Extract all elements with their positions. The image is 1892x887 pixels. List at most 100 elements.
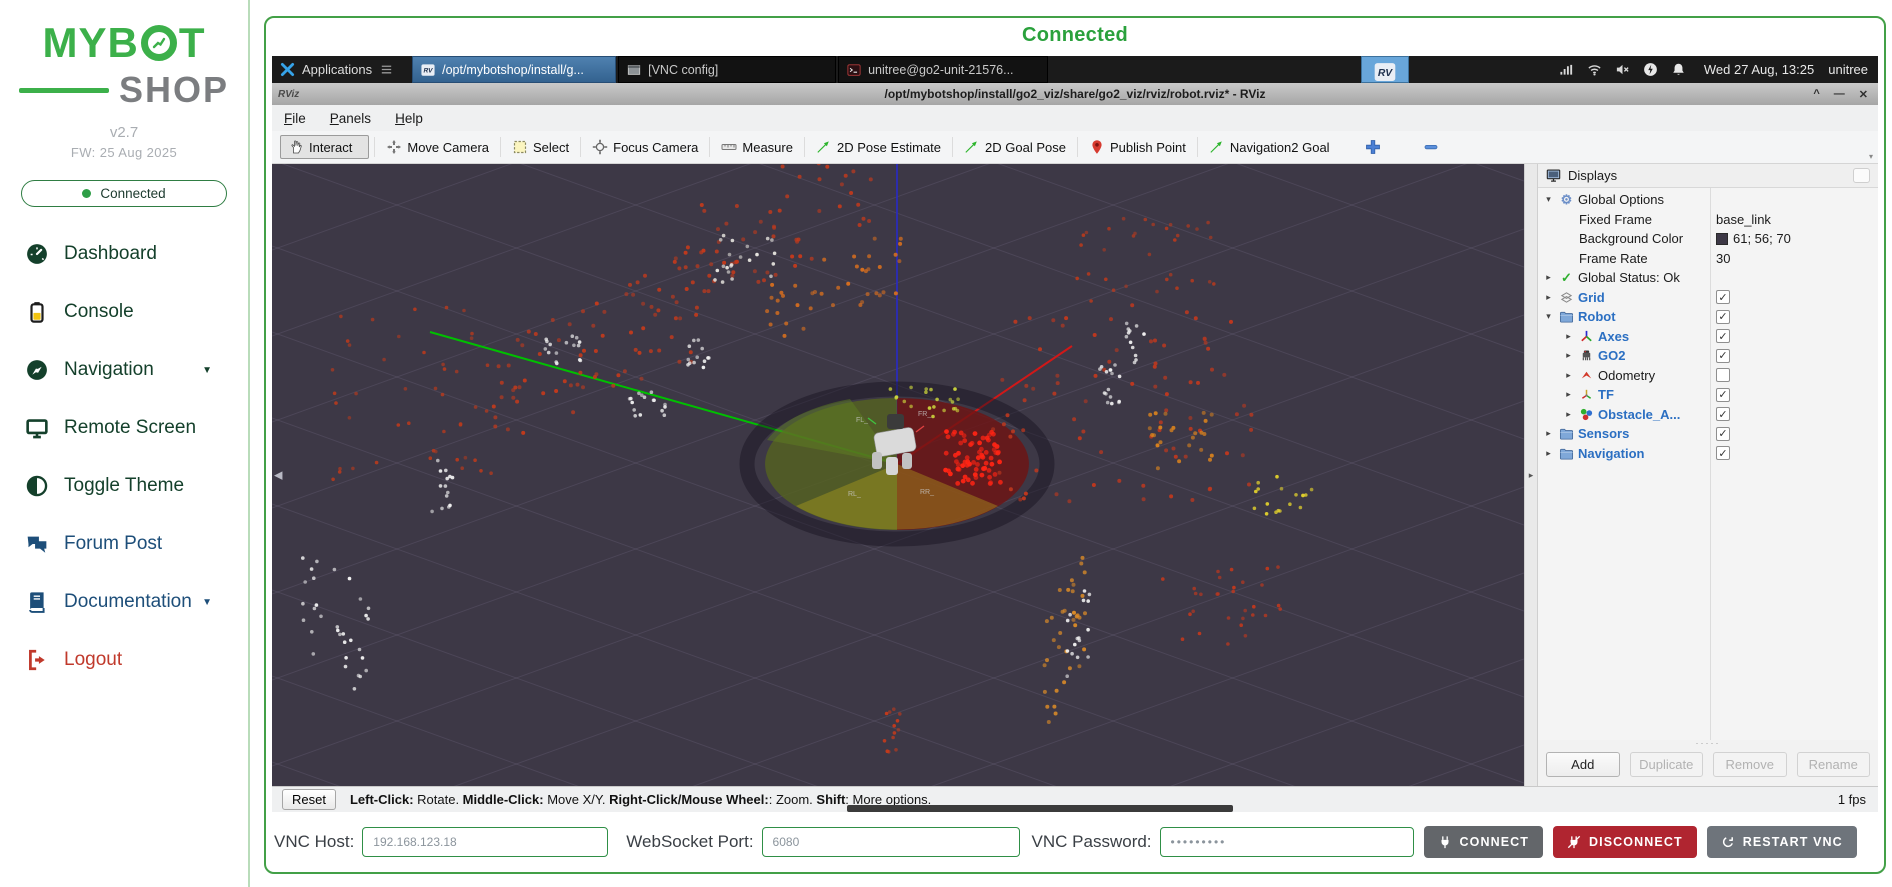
expander-right-icon[interactable]: ▸ bbox=[1562, 370, 1575, 381]
enabled-checkbox[interactable]: ✓ bbox=[1716, 446, 1730, 460]
power-icon[interactable] bbox=[1643, 62, 1658, 77]
enabled-checkbox[interactable]: ✓ bbox=[1716, 310, 1730, 324]
sidebar-item-dashboard[interactable]: Dashboard bbox=[0, 225, 248, 283]
displays-tree-row[interactable]: ▸Navigation✓ bbox=[1538, 444, 1878, 464]
logo-text-right: T bbox=[179, 22, 206, 64]
3d-viewport[interactable]: FL_FR_RL_RR_ ◀ bbox=[272, 164, 1524, 786]
tool-2d-goal-pose[interactable]: 2D Goal Pose bbox=[955, 136, 1075, 158]
add-display-button[interactable]: Add bbox=[1546, 752, 1620, 777]
menu-file[interactable]: File bbox=[284, 111, 306, 126]
displays-tree-row[interactable]: ▸TF✓ bbox=[1538, 385, 1878, 405]
rviz-titlebar[interactable]: RViz /opt/mybotshop/install/go2_viz/shar… bbox=[272, 83, 1878, 105]
collapse-left-icon[interactable]: ◀ bbox=[274, 469, 282, 482]
minus-icon[interactable] bbox=[1423, 139, 1439, 155]
taskbar-window-button[interactable]: unitree@go2-unit-21576... bbox=[838, 56, 1048, 83]
displays-tree-row[interactable]: ▸Axes✓ bbox=[1538, 327, 1878, 347]
minimize-icon[interactable]: — bbox=[1834, 88, 1845, 101]
enabled-checkbox[interactable]: ✓ bbox=[1716, 407, 1730, 421]
sidebar-item-toggle-theme[interactable]: Toggle Theme bbox=[0, 457, 248, 515]
horizontal-scrollbar[interactable] bbox=[847, 805, 1233, 812]
sidebar-item-documentation[interactable]: Documentation▼ bbox=[0, 573, 248, 631]
sidebar-item-navigation[interactable]: Navigation▼ bbox=[0, 341, 248, 399]
expander-right-icon[interactable]: ▸ bbox=[1542, 292, 1555, 303]
enabled-checkbox[interactable]: ✓ bbox=[1716, 427, 1730, 441]
menu-help[interactable]: Help bbox=[395, 111, 423, 126]
displays-tree-row[interactable]: ▸GO2✓ bbox=[1538, 346, 1878, 366]
remove-display-button[interactable]: Remove bbox=[1713, 752, 1787, 777]
tool-2d-pose-estimate[interactable]: 2D Pose Estimate bbox=[807, 136, 950, 158]
property-value[interactable]: 61; 56; 70 bbox=[1733, 231, 1791, 246]
reset-button[interactable]: Reset bbox=[282, 789, 336, 810]
applications-menu[interactable]: Applications bbox=[272, 56, 402, 83]
tool-select[interactable]: Select bbox=[503, 136, 578, 158]
sidebar-item-logout[interactable]: Logout bbox=[0, 631, 248, 689]
displays-tree-row[interactable]: ▾Robot✓ bbox=[1538, 307, 1878, 327]
sidebar-item-remote-screen[interactable]: Remote Screen bbox=[0, 399, 248, 457]
tree-column-divider[interactable] bbox=[1710, 188, 1711, 740]
enabled-checkbox[interactable]: ✓ bbox=[1716, 290, 1730, 304]
websocket-port-input[interactable]: 6080 bbox=[762, 827, 1020, 857]
panel-splitter[interactable]: ▸ bbox=[1524, 164, 1538, 786]
tool-interact[interactable]: Interact bbox=[280, 135, 369, 159]
tool-navigation2-goal[interactable]: Navigation2 Goal bbox=[1200, 136, 1339, 158]
connect-button[interactable]: CONNECT bbox=[1424, 826, 1544, 858]
vnc-password-input[interactable]: ••••••••• bbox=[1160, 827, 1414, 857]
expander-down-icon[interactable]: ▾ bbox=[1542, 311, 1555, 322]
displays-tree-row[interactable]: ▸Grid✓ bbox=[1538, 288, 1878, 308]
displays-tree-row[interactable]: Background Color61; 56; 70 bbox=[1538, 229, 1878, 249]
vnc-host-input[interactable]: 192.168.123.18 bbox=[362, 827, 608, 857]
tool-move-camera[interactable]: Move Camera bbox=[377, 136, 498, 158]
rviz-taskbar-button[interactable]: RV bbox=[1361, 56, 1409, 83]
property-value[interactable]: base_link bbox=[1716, 212, 1771, 227]
displays-tree-row[interactable]: Frame Rate30 bbox=[1538, 249, 1878, 269]
restart-vnc-button[interactable]: RESTART VNC bbox=[1707, 826, 1857, 858]
tool-measure[interactable]: Measure bbox=[712, 136, 802, 158]
displays-tree-row[interactable]: ▸Sensors✓ bbox=[1538, 424, 1878, 444]
status-help-segment: Middle-Click: bbox=[463, 792, 544, 807]
menu-panels[interactable]: Panels bbox=[330, 111, 371, 126]
enabled-checkbox[interactable]: ✓ bbox=[1716, 329, 1730, 343]
duplicate-display-button[interactable]: Duplicate bbox=[1630, 752, 1704, 777]
enabled-checkbox[interactable]: ✓ bbox=[1716, 349, 1730, 363]
panel-detach-button[interactable] bbox=[1853, 168, 1870, 183]
displays-tree-row[interactable]: ▸Obstacle_A...✓ bbox=[1538, 405, 1878, 425]
expander-right-icon[interactable]: ▸ bbox=[1562, 331, 1575, 342]
pointcloud-canvas[interactable]: FL_FR_RL_RR_ bbox=[272, 164, 1524, 786]
expander-right-icon[interactable]: ▸ bbox=[1562, 350, 1575, 361]
logo-shop-row: SHOP bbox=[19, 72, 229, 108]
taskbar-window-button[interactable]: [VNC config] bbox=[618, 56, 836, 83]
wifi-icon[interactable] bbox=[1587, 62, 1602, 77]
expander-right-icon[interactable]: ▸ bbox=[1542, 428, 1555, 439]
property-value[interactable]: 30 bbox=[1716, 251, 1730, 266]
applications-label: Applications bbox=[302, 62, 372, 77]
plus-icon[interactable] bbox=[1365, 139, 1381, 155]
expander-right-icon[interactable]: ▸ bbox=[1562, 409, 1575, 420]
taskbar-window-button[interactable]: RV/opt/mybotshop/install/g... bbox=[412, 56, 616, 83]
status-pill-label: Connected bbox=[100, 186, 165, 201]
disconnect-button[interactable]: DISCONNECT bbox=[1553, 826, 1697, 858]
shade-icon[interactable]: ^ bbox=[1813, 88, 1819, 101]
tool-focus-camera[interactable]: Focus Camera bbox=[583, 136, 707, 158]
close-icon[interactable]: ✕ bbox=[1859, 88, 1868, 101]
sidebar-item-label: Navigation bbox=[64, 359, 154, 381]
sidebar-item-console[interactable]: Console bbox=[0, 283, 248, 341]
enabled-checkbox[interactable]: ✓ bbox=[1716, 388, 1730, 402]
bell-icon[interactable] bbox=[1671, 62, 1686, 77]
expander-down-icon[interactable]: ▾ bbox=[1542, 194, 1555, 205]
color-swatch[interactable] bbox=[1716, 233, 1728, 245]
displays-tree-row[interactable]: ▸✓Global Status: Ok bbox=[1538, 268, 1878, 288]
network-icon[interactable] bbox=[1559, 62, 1574, 77]
expander-right-icon[interactable]: ▸ bbox=[1542, 448, 1555, 459]
rename-display-button[interactable]: Rename bbox=[1797, 752, 1871, 777]
displays-tree-row[interactable]: ▸Odometry bbox=[1538, 366, 1878, 386]
displays-tree-row[interactable]: Fixed Framebase_link bbox=[1538, 210, 1878, 230]
panel-resize-handle[interactable]: ····· bbox=[1538, 740, 1878, 749]
toolbar-overflow-icon[interactable]: ▾ bbox=[1869, 152, 1873, 163]
displays-tree-row[interactable]: ▾⚙Global Options bbox=[1538, 190, 1878, 210]
volume-muted-icon[interactable] bbox=[1615, 62, 1630, 77]
expander-right-icon[interactable]: ▸ bbox=[1542, 272, 1555, 283]
tool-publish-point[interactable]: Publish Point bbox=[1080, 136, 1195, 158]
enabled-checkbox[interactable] bbox=[1716, 368, 1730, 382]
expander-right-icon[interactable]: ▸ bbox=[1562, 389, 1575, 400]
sidebar-item-forum-post[interactable]: Forum Post bbox=[0, 515, 248, 573]
